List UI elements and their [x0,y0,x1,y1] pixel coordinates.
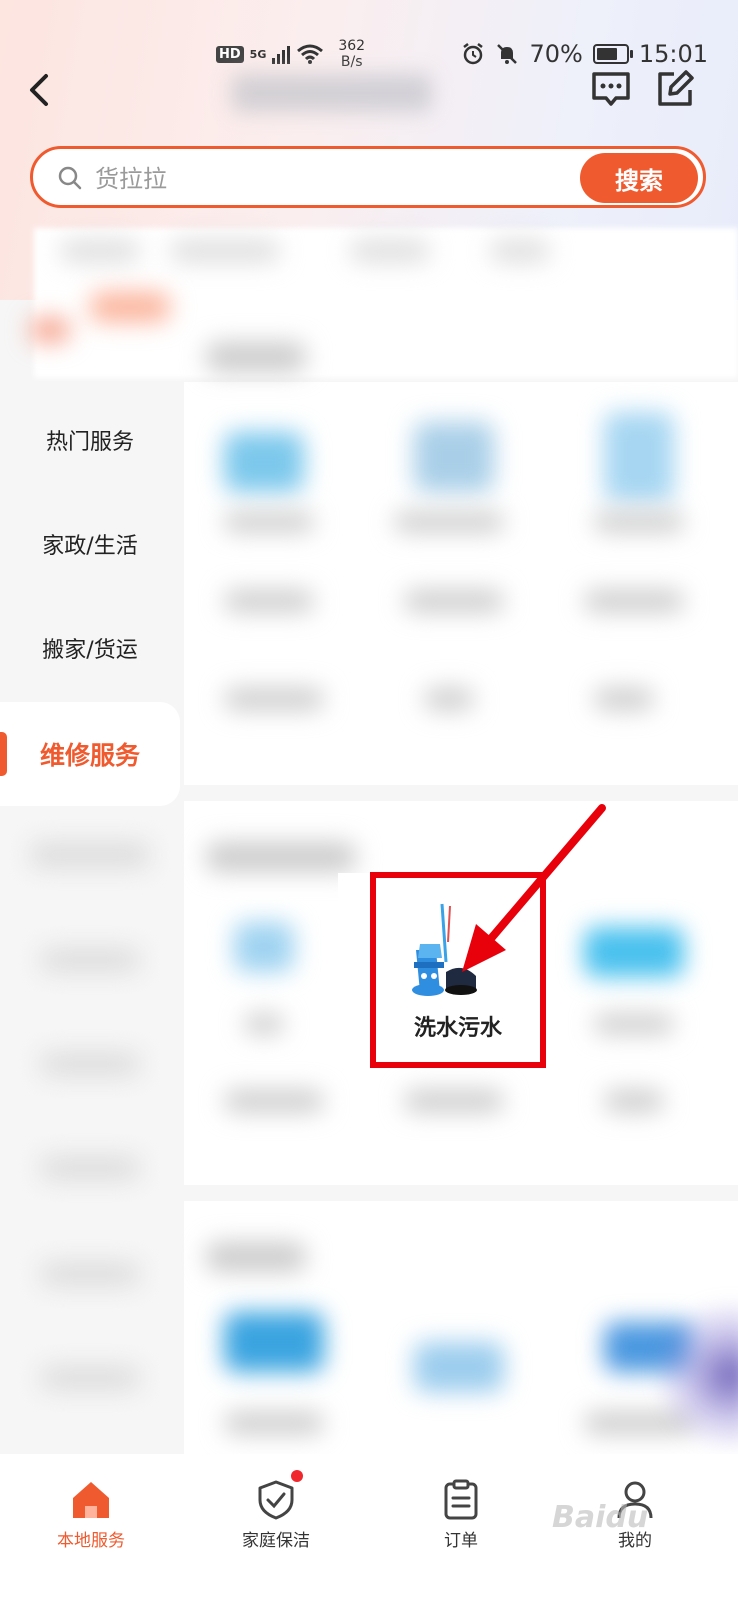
search-bar[interactable]: 搜索 [30,146,706,208]
notification-dot [291,1470,303,1482]
wifi-icon [297,44,324,64]
battery-fill [596,48,617,60]
blurred-service-label [224,1412,324,1434]
sidebar-item-hot[interactable]: 热门服务 [0,388,180,492]
blurred-service-label [404,590,504,612]
blurred-service-label [424,688,474,710]
sidebar-item-housekeeping[interactable]: 家政/生活 [0,492,180,596]
blurred-service-label [224,1090,324,1112]
section-divider [184,1185,738,1201]
blurred-service-label [244,1014,284,1034]
blurred-item [60,240,140,262]
blurred-service-label [224,590,314,612]
speed-unit: B/s [340,54,363,70]
blurred-service-label [594,512,684,532]
mute-bell-icon [497,44,518,64]
network-speed: 362 B/s [338,38,365,70]
blurred-sidebar-item [30,842,150,868]
home-icon [73,1482,109,1518]
decorative-corner [650,1300,738,1450]
network-type: 5G [249,47,267,61]
blurred-service-icon[interactable] [604,412,674,502]
tab-label: 家庭保洁 [242,1531,310,1551]
blurred-service-icon[interactable] [224,432,304,492]
tab-label: 订单 [444,1531,478,1551]
sidebar-item-repair[interactable]: 维修服务 [0,702,180,806]
blurred-service-icon[interactable] [414,1342,504,1392]
blurred-service-icon[interactable] [224,1312,324,1372]
blurred-sidebar-item [40,1366,140,1390]
search-input[interactable] [93,159,497,199]
edit-icon[interactable] [654,68,696,110]
blurred-service-icon[interactable] [584,927,684,977]
blurred-section-title [206,1242,306,1272]
shield-check-icon [258,1480,294,1520]
watermark-logo: Baidu [552,1500,649,1535]
blurred-service-icon[interactable] [414,422,494,492]
speed-value: 362 [338,38,366,54]
blurred-service-label [404,1090,504,1112]
sidebar-item-label: 维修服务 [39,741,140,770]
blurred-section-title [206,842,356,872]
active-indicator [0,732,7,776]
clock: 15:01 [638,40,708,68]
signal-icon [272,44,291,64]
tab-label: 本地服务 [57,1531,125,1551]
hd-indicator: HD [216,45,244,63]
blurred-item [90,292,170,322]
blurred-item [170,240,280,262]
alarm-icon [463,43,484,65]
clipboard-icon [444,1479,478,1520]
search-icon [58,166,82,190]
blurred-sidebar-item [40,948,140,972]
sidebar-item-moving[interactable]: 搬家/货运 [0,596,180,700]
blurred-service-label [224,688,324,710]
sidebar-item-label: 家政/生活 [42,534,138,559]
message-icon[interactable] [590,68,632,110]
blurred-sidebar-item [40,1156,140,1180]
blurred-item [30,318,70,342]
blurred-item [490,240,550,262]
blurred-service-label [604,1090,664,1112]
section-divider [184,785,738,801]
blurred-service-label [584,590,684,612]
blurred-service-label [594,1014,674,1034]
back-arrow-icon[interactable] [24,70,54,110]
blurred-sidebar-item [40,1052,140,1076]
tab-orders[interactable]: 订单 [396,1478,526,1551]
tab-home-cleaning[interactable]: 家庭保洁 [211,1470,341,1551]
blurred-service-label [594,688,654,710]
blurred-service-label [394,512,504,532]
sidebar-item-label: 搬家/货运 [42,638,138,663]
sidebar-item-label: 热门服务 [45,430,134,455]
highlight-frame [370,872,546,1068]
blurred-service-icon[interactable] [234,922,294,972]
blurred-service-label [224,512,314,532]
blurred-section-title [206,342,306,372]
category-sidebar: 热门服务 家政/生活 搬家/货运 维修服务 [0,382,180,1454]
blurred-sidebar-item [40,1262,140,1286]
tab-local-services[interactable]: 本地服务 [26,1478,156,1551]
battery-icon [592,44,633,64]
search-button[interactable]: 搜索 [580,153,698,203]
blurred-item [350,240,430,262]
blurred-page-title [232,74,432,112]
battery-percent: 70% [529,40,583,68]
